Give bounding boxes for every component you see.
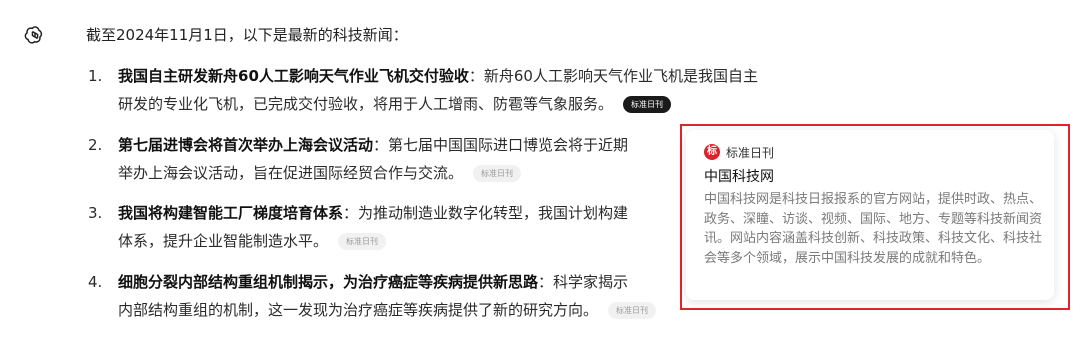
source-badge[interactable]: 标准日刊 — [608, 302, 657, 319]
card-header: 标 标准日刊 — [704, 142, 1040, 162]
news-text: ：为推动制造业数字化转型，我国计划构建 — [343, 204, 629, 222]
source-badge[interactable]: 标准日刊 — [623, 96, 672, 113]
standard-daily-logo-icon: 标 — [704, 144, 720, 160]
news-text: ：新舟60人工影响天气作业飞机是我国自主 — [468, 67, 758, 85]
source-hover-card-highlight: 标 标准日刊 中国科技网 中国科技网是科技日报报系的官方网站，提供时政、热点、政… — [680, 124, 1070, 310]
source-badge[interactable]: 标准日刊 — [473, 165, 522, 182]
list-number: 4. — [88, 273, 103, 291]
news-title: 第七届进博会将首次举办上海会议活动 — [118, 136, 374, 154]
news-title: 细胞分裂内部结构重组机制揭示，为治疗癌症等疾病提供新思路 — [118, 273, 539, 291]
chat-response: 截至2024年11月1日，以下是最新的科技新闻： 1. 我国自主研发新舟60人工… — [0, 0, 1080, 339]
news-text: 体系，提升企业智能制造水平。 — [118, 232, 329, 250]
list-number: 1. — [88, 67, 103, 85]
list-number: 3. — [88, 204, 103, 222]
card-site-title[interactable]: 中国科技网 — [704, 166, 1040, 188]
card-source-name: 标准日刊 — [726, 145, 775, 160]
news-text: 举办上海会议活动，旨在促进国际经贸合作与交流。 — [118, 164, 464, 182]
list-number: 2. — [88, 136, 103, 154]
news-text: ：第七届中国国际进口博览会将于近期 — [373, 136, 629, 154]
source-hover-card[interactable]: 标 标准日刊 中国科技网 中国科技网是科技日报报系的官方网站，提供时政、热点、政… — [686, 130, 1054, 300]
source-badge[interactable]: 标准日刊 — [338, 233, 387, 250]
news-title: 我国自主研发新舟60人工影响天气作业飞机交付验收 — [118, 67, 469, 85]
card-description: 中国科技网是科技日报报系的官方网站，提供时政、热点、政务、深瞳、访谈、视频、国际… — [704, 192, 1043, 266]
news-text: 内部结构重组的机制，这一发现为治疗癌症等疾病提供了新的研究方向。 — [118, 301, 599, 319]
news-title: 我国将构建智能工厂梯度培育体系 — [118, 204, 344, 222]
news-text: ：科学家揭示 — [538, 273, 629, 291]
news-text: 研发的专业化飞机，已完成交付验收，将用于人工增雨、防雹等气象服务。 — [118, 95, 614, 113]
